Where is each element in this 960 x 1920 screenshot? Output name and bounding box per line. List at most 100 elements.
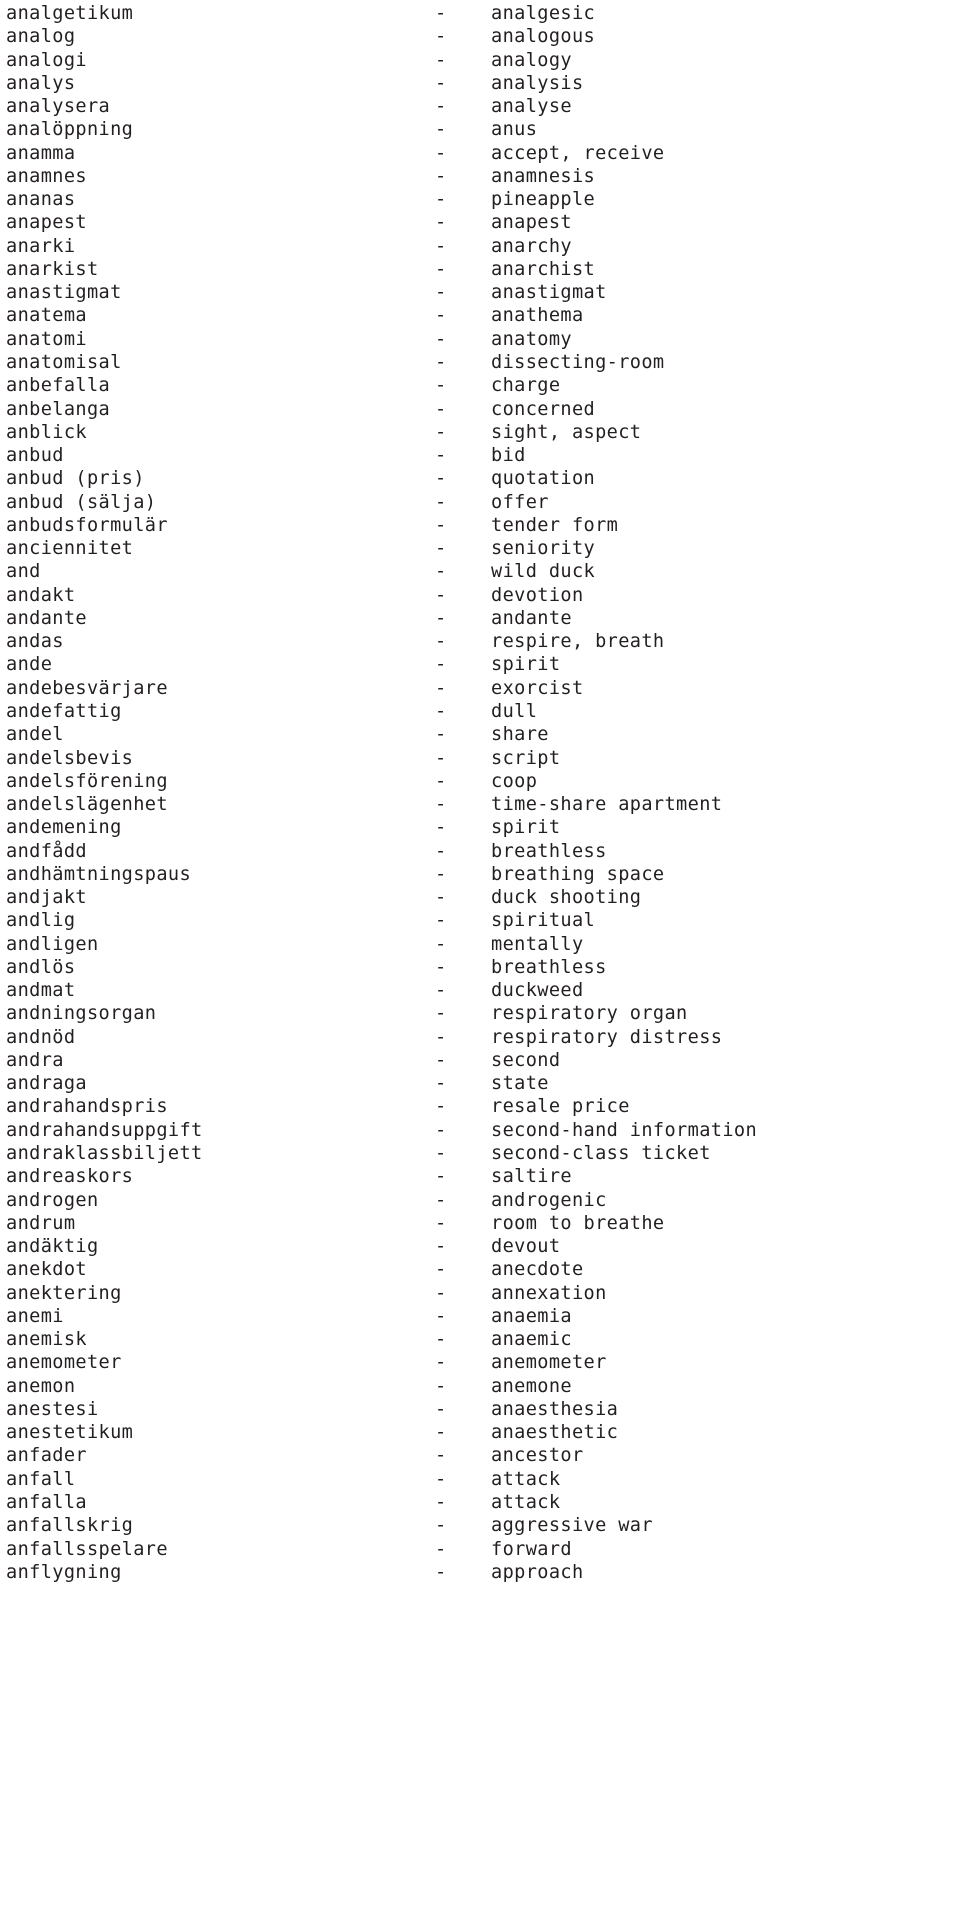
entry-separator-dash: - xyxy=(435,724,447,746)
entry-separator-dash: - xyxy=(435,1026,447,1048)
entry-separator-dash: - xyxy=(435,1352,447,1374)
swedish-term: anemometer xyxy=(6,1352,122,1374)
swedish-term: andra xyxy=(6,1049,64,1071)
english-gloss: attack xyxy=(491,1468,561,1490)
swedish-term: andas xyxy=(6,631,64,653)
english-gloss: anamnesis xyxy=(491,165,596,187)
entry-separator-dash: - xyxy=(435,1375,447,1397)
entry-separator-dash: - xyxy=(435,1468,447,1490)
swedish-term: andmat xyxy=(6,980,76,1002)
entry-separator-dash: - xyxy=(435,1422,447,1444)
entry-separator-dash: - xyxy=(435,1515,447,1537)
dictionary-entry: andemening - spirit xyxy=(0,816,960,839)
swedish-term: and xyxy=(6,561,41,583)
swedish-term: andligen xyxy=(6,933,99,955)
english-gloss: anemone xyxy=(491,1375,572,1397)
dictionary-entry: anbud (pris) - quotation xyxy=(0,467,960,490)
swedish-term: andemening xyxy=(6,817,122,839)
entry-separator-dash: - xyxy=(435,654,447,676)
entry-separator-dash: - xyxy=(435,1143,447,1165)
dictionary-entry: andligen - mentally xyxy=(0,933,960,956)
dictionary-entry: analgetikum - analgesic xyxy=(0,2,960,25)
english-gloss: concerned xyxy=(491,398,596,420)
english-gloss: anatomy xyxy=(491,328,572,350)
entry-separator-dash: - xyxy=(435,351,447,373)
swedish-term: anekdot xyxy=(6,1259,87,1281)
entry-separator-dash: - xyxy=(435,840,447,862)
english-gloss: second-class ticket xyxy=(491,1143,711,1165)
dictionary-entry: andningsorgan - respiratory organ xyxy=(0,1002,960,1025)
swedish-term: analysera xyxy=(6,96,111,118)
dictionary-entry: analysera - analyse xyxy=(0,95,960,118)
entry-separator-dash: - xyxy=(435,817,447,839)
english-gloss: offer xyxy=(491,491,549,513)
swedish-term: anatomi xyxy=(6,328,87,350)
entry-separator-dash: - xyxy=(435,398,447,420)
dictionary-entry: andfådd - breathless xyxy=(0,840,960,863)
swedish-term: andreaskors xyxy=(6,1166,134,1188)
english-gloss: bid xyxy=(491,445,526,467)
entry-separator-dash: - xyxy=(435,3,447,24)
english-gloss: anathema xyxy=(491,305,584,327)
swedish-term: andrahandspris xyxy=(6,1096,168,1118)
swedish-term: andhämtningspaus xyxy=(6,863,192,885)
english-gloss: anecdote xyxy=(491,1259,584,1281)
english-gloss: accept, receive xyxy=(491,142,665,164)
swedish-term: andjakt xyxy=(6,887,87,909)
english-gloss: breathless xyxy=(491,956,607,978)
english-gloss: anaesthesia xyxy=(491,1398,619,1420)
english-gloss: aggressive war xyxy=(491,1515,653,1537)
swedish-term: anarkist xyxy=(6,258,99,280)
english-gloss: analgesic xyxy=(491,3,596,24)
swedish-term: anfader xyxy=(6,1445,87,1467)
swedish-term: anflygning xyxy=(6,1561,122,1583)
english-gloss: spirit xyxy=(491,817,561,839)
dictionary-entry: and - wild duck xyxy=(0,560,960,583)
dictionary-entry: anbud - bid xyxy=(0,444,960,467)
english-gloss: respiratory distress xyxy=(491,1026,723,1048)
entry-separator-dash: - xyxy=(435,933,447,955)
dictionary-entry: anfallskrig - aggressive war xyxy=(0,1514,960,1537)
english-gloss: androgenic xyxy=(491,1189,607,1211)
swedish-term: anbud (sälja) xyxy=(6,491,157,513)
swedish-term: anfalla xyxy=(6,1492,87,1513)
swedish-term: ananas xyxy=(6,189,76,211)
english-gloss: approach xyxy=(491,1561,584,1583)
english-gloss: saltire xyxy=(491,1166,572,1188)
swedish-term: andraklassbiljett xyxy=(6,1143,203,1165)
english-gloss: share xyxy=(491,724,549,746)
entry-separator-dash: - xyxy=(435,631,447,653)
swedish-term: andlös xyxy=(6,956,76,978)
entry-separator-dash: - xyxy=(435,72,447,94)
english-gloss: charge xyxy=(491,375,561,397)
swedish-term: anblick xyxy=(6,421,87,443)
dictionary-entry: andakt - devotion xyxy=(0,584,960,607)
entry-separator-dash: - xyxy=(435,328,447,350)
english-gloss: ancestor xyxy=(491,1445,584,1467)
swedish-term: ande xyxy=(6,654,53,676)
dictionary-entry: anfallsspelare - forward xyxy=(0,1538,960,1561)
english-gloss: tender form xyxy=(491,514,619,536)
entry-separator-dash: - xyxy=(435,282,447,304)
entry-separator-dash: - xyxy=(435,1119,447,1141)
english-gloss: sight, aspect xyxy=(491,421,642,443)
dictionary-entry-list: analgetikum - analgesic analog - analogous ana… xyxy=(0,2,960,1584)
entry-separator-dash: - xyxy=(435,863,447,885)
swedish-term: anemisk xyxy=(6,1329,87,1351)
dictionary-entry: andraga - state xyxy=(0,1072,960,1095)
entry-separator-dash: - xyxy=(435,375,447,397)
english-gloss: respire, breath xyxy=(491,631,665,653)
swedish-term: anemon xyxy=(6,1375,76,1397)
dictionary-entry: anektering - annexation xyxy=(0,1282,960,1305)
swedish-term: anbud xyxy=(6,445,64,467)
swedish-term: anbelanga xyxy=(6,398,111,420)
entry-separator-dash: - xyxy=(435,770,447,792)
swedish-term: anfall xyxy=(6,1468,76,1490)
english-gloss: devout xyxy=(491,1236,561,1258)
dictionary-entry: analogi - analogy xyxy=(0,49,960,72)
entry-separator-dash: - xyxy=(435,189,447,211)
english-gloss: anaesthetic xyxy=(491,1422,619,1444)
entry-separator-dash: - xyxy=(435,910,447,932)
swedish-term: andraga xyxy=(6,1073,87,1095)
swedish-term: andefattig xyxy=(6,700,122,722)
